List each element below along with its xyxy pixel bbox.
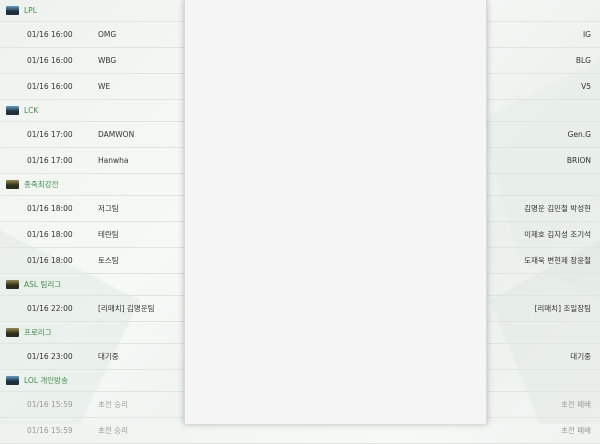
match-time: 01/16 22:00 — [27, 304, 73, 313]
match-time: 01/16 17:00 — [27, 156, 73, 165]
lpl-flag-icon — [6, 6, 19, 15]
away-team: 도재욱 변현제 장윤철 — [524, 256, 591, 265]
match-time: 01/16 18:00 — [27, 230, 73, 239]
away-team: 초전 패배 — [561, 400, 591, 409]
home-team: WBG — [98, 56, 117, 65]
home-team: 초전 승리 — [98, 426, 128, 435]
away-team: Gen.G — [567, 130, 591, 139]
match-time: 01/16 15:59 — [27, 400, 73, 409]
home-team: Hanwha — [98, 156, 129, 165]
proleague-flag-icon — [6, 328, 19, 337]
home-team: [리매치] 김명운팀 — [98, 304, 155, 313]
match-time: 01/16 17:00 — [27, 130, 73, 139]
away-team: BRION — [566, 156, 591, 165]
home-team: OMG — [98, 30, 117, 39]
away-team: 초전 패배 — [561, 426, 591, 435]
starcraft-flag-icon — [6, 180, 19, 189]
home-team: 대기중 — [98, 352, 119, 361]
home-team: 저그팀 — [98, 204, 119, 213]
league-name: 종족최강전 — [24, 180, 59, 189]
away-team: BLG — [575, 56, 591, 65]
away-team: 이제호 김지성 조기석 — [524, 230, 591, 239]
asl-flag-icon — [6, 280, 19, 289]
league-name: 프로리그 — [24, 328, 52, 337]
match-time: 01/16 18:00 — [27, 204, 73, 213]
overlay-panel — [184, 0, 487, 424]
away-team: 김명운 김민철 박성현 — [524, 204, 591, 213]
league-name: LOL 개인방송 — [24, 376, 68, 385]
home-team: DAMWON — [98, 130, 135, 139]
lol-flag-icon — [6, 376, 19, 385]
league-name: LPL — [24, 6, 37, 15]
league-name: LCK — [24, 106, 39, 115]
match-time: 01/16 15:59 — [27, 426, 73, 435]
league-name: ASL 팀리그 — [24, 280, 62, 289]
match-time: 01/16 16:00 — [27, 56, 73, 65]
home-team: 초전 승리 — [98, 400, 128, 409]
home-team: 토스팀 — [98, 256, 119, 265]
away-team: [리매치] 조일장팀 — [534, 304, 591, 313]
away-team: V5 — [581, 82, 591, 91]
home-team: 테란팀 — [98, 230, 119, 239]
away-team: 대기중 — [570, 352, 591, 361]
match-time: 01/16 23:00 — [27, 352, 73, 361]
match-time: 01/16 16:00 — [27, 30, 73, 39]
away-team: IG — [582, 30, 591, 39]
lck-flag-icon — [6, 106, 19, 115]
home-team: WE — [98, 82, 111, 91]
match-time: 01/16 18:00 — [27, 256, 73, 265]
match-time: 01/16 16:00 — [27, 82, 73, 91]
